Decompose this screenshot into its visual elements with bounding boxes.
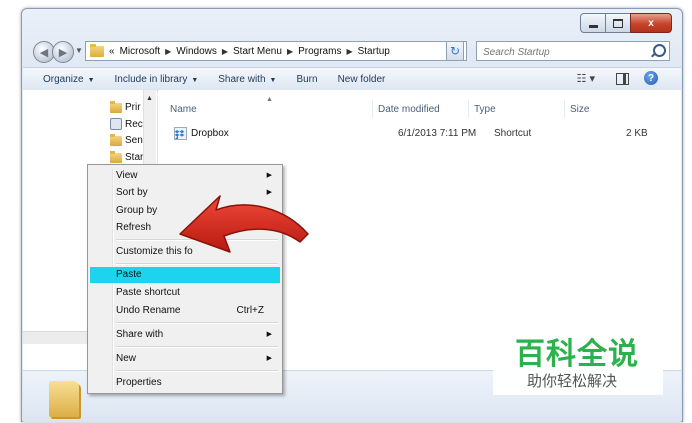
menu-item-view[interactable]: View ▶: [90, 168, 280, 184]
menu-separator: [116, 370, 278, 372]
refresh-button[interactable]: ↻: [446, 41, 464, 61]
organize-label: Organize: [43, 73, 84, 85]
search-box[interactable]: [476, 41, 670, 61]
folder-icon: [110, 133, 122, 146]
menu-item-label: Refresh: [116, 222, 152, 233]
menu-item-label: Sort by: [116, 187, 148, 198]
recent-items-icon: [110, 118, 122, 130]
nav-item-label: Prir: [125, 102, 141, 113]
include-in-library-label: Include in library: [114, 73, 188, 85]
menu-item-label: Properties: [116, 377, 162, 388]
caption-buttons: x: [580, 13, 672, 33]
menu-separator: [116, 322, 278, 324]
breadcrumb-overflow[interactable]: «: [109, 46, 115, 57]
column-divider[interactable]: [372, 100, 373, 118]
minimize-button[interactable]: [580, 13, 606, 33]
menu-item-shortcut: Ctrl+Z: [236, 305, 265, 316]
watermark-subtitle: 助你轻松解决: [527, 372, 618, 390]
breadcrumb-start-menu[interactable]: Start Menu: [233, 46, 282, 57]
preview-pane-icon[interactable]: [616, 73, 629, 85]
menu-item-undo-rename[interactable]: Undo Rename Ctrl+Z: [90, 303, 280, 319]
menu-item-label: Paste shortcut: [116, 287, 180, 298]
nav-item-label: Star: [125, 152, 144, 163]
column-header-date-modified[interactable]: Date modified: [378, 104, 440, 115]
folder-large-icon: [49, 381, 79, 417]
folder-icon: [110, 100, 122, 113]
address-bar[interactable]: « Microsoft ▶ Windows ▶ Start Menu ▶ Pro…: [85, 41, 467, 61]
scroll-up-icon[interactable]: ▲: [146, 95, 153, 102]
forward-arrow-icon: ▶: [58, 46, 68, 59]
nav-item-label: Sen: [125, 135, 143, 146]
breadcrumb-startup[interactable]: Startup: [358, 46, 390, 57]
nav-item-programs[interactable]: Prir: [110, 100, 141, 113]
refresh-icon: ↻: [449, 44, 461, 58]
table-row[interactable]: Dropbox: [174, 127, 229, 140]
close-button[interactable]: x: [630, 13, 672, 33]
new-folder-button[interactable]: New folder: [338, 74, 386, 85]
share-with-menu[interactable]: Share with ▼: [218, 74, 276, 85]
help-icon[interactable]: ?: [644, 71, 658, 85]
sort-ascending-icon: ▲: [266, 96, 273, 103]
chevron-down-icon: ▼: [87, 76, 95, 84]
back-arrow-icon: ◀: [39, 46, 49, 59]
chevron-right-icon[interactable]: ▶: [222, 47, 228, 56]
menu-item-label: Share with: [116, 329, 164, 340]
search-input[interactable]: [481, 43, 645, 61]
submenu-arrow-icon: ▶: [266, 172, 272, 179]
minimize-icon: [588, 24, 598, 28]
watermark-logo: 百科全说 助你轻松解决: [493, 315, 663, 395]
burn-button[interactable]: Burn: [296, 74, 317, 85]
include-in-library-menu[interactable]: Include in library ▼: [115, 74, 199, 85]
breadcrumb-microsoft[interactable]: Microsoft: [120, 46, 161, 57]
menu-item-paste-shortcut[interactable]: Paste shortcut: [90, 285, 280, 301]
forward-button[interactable]: ▶: [52, 41, 74, 63]
folder-icon: [90, 43, 104, 57]
menu-item-new[interactable]: New ▶: [90, 351, 280, 367]
submenu-arrow-icon: ▶: [266, 355, 272, 362]
chevron-down-icon: ▼: [191, 76, 199, 84]
menu-item-share-with[interactable]: Share with ▶: [90, 327, 280, 343]
chevron-right-icon[interactable]: ▶: [165, 47, 171, 56]
chevron-right-icon[interactable]: ▶: [287, 47, 293, 56]
maximize-button[interactable]: [605, 13, 631, 33]
submenu-arrow-icon: ▶: [266, 331, 272, 338]
maximize-icon: [613, 18, 623, 28]
search-icon[interactable]: [653, 44, 666, 57]
menu-separator: [116, 346, 278, 348]
chevron-right-icon[interactable]: ▶: [346, 47, 352, 56]
folder-icon: [110, 150, 122, 163]
nav-item-recent[interactable]: Rec: [110, 118, 143, 130]
share-with-label: Share with: [218, 73, 266, 85]
column-header-type[interactable]: Type: [474, 104, 496, 115]
close-icon: x: [648, 17, 654, 29]
column-header-size[interactable]: Size: [570, 104, 589, 115]
file-type: Shortcut: [494, 128, 532, 139]
menu-item-label: Undo Rename: [116, 305, 181, 316]
nav-item-label: Rec: [125, 118, 143, 130]
command-bar: Organize ▼ Include in library ▼ Share with…: [23, 67, 681, 91]
file-size: 2 KB: [626, 128, 648, 139]
menu-item-label: Paste: [116, 269, 142, 280]
file-date-modified: 6/1/2013 7:11 PM: [398, 128, 477, 139]
dropbox-shortcut-icon: [174, 127, 187, 140]
breadcrumb-programs[interactable]: Programs: [298, 46, 341, 57]
column-header-name[interactable]: Name: [170, 104, 197, 115]
menu-item-label: New: [116, 353, 137, 364]
watermark-title: 百科全说: [515, 337, 639, 372]
column-divider[interactable]: [564, 100, 565, 118]
menu-item-properties[interactable]: Properties: [90, 375, 280, 391]
menu-item-label: View: [116, 170, 138, 181]
chevron-down-icon: ▼: [269, 76, 277, 84]
nav-item-sendto[interactable]: Sen: [110, 133, 143, 146]
nav-item-startmenu[interactable]: Star: [110, 150, 144, 163]
organize-menu[interactable]: Organize ▼: [43, 74, 95, 85]
recent-pages-dropdown[interactable]: ▼: [75, 46, 83, 55]
column-divider[interactable]: [468, 100, 469, 118]
breadcrumb-windows[interactable]: Windows: [176, 46, 217, 57]
change-view-icon[interactable]: ☷ ▾: [577, 72, 595, 85]
annotation-arrow-icon: [179, 195, 309, 253]
file-name: Dropbox: [191, 128, 229, 139]
